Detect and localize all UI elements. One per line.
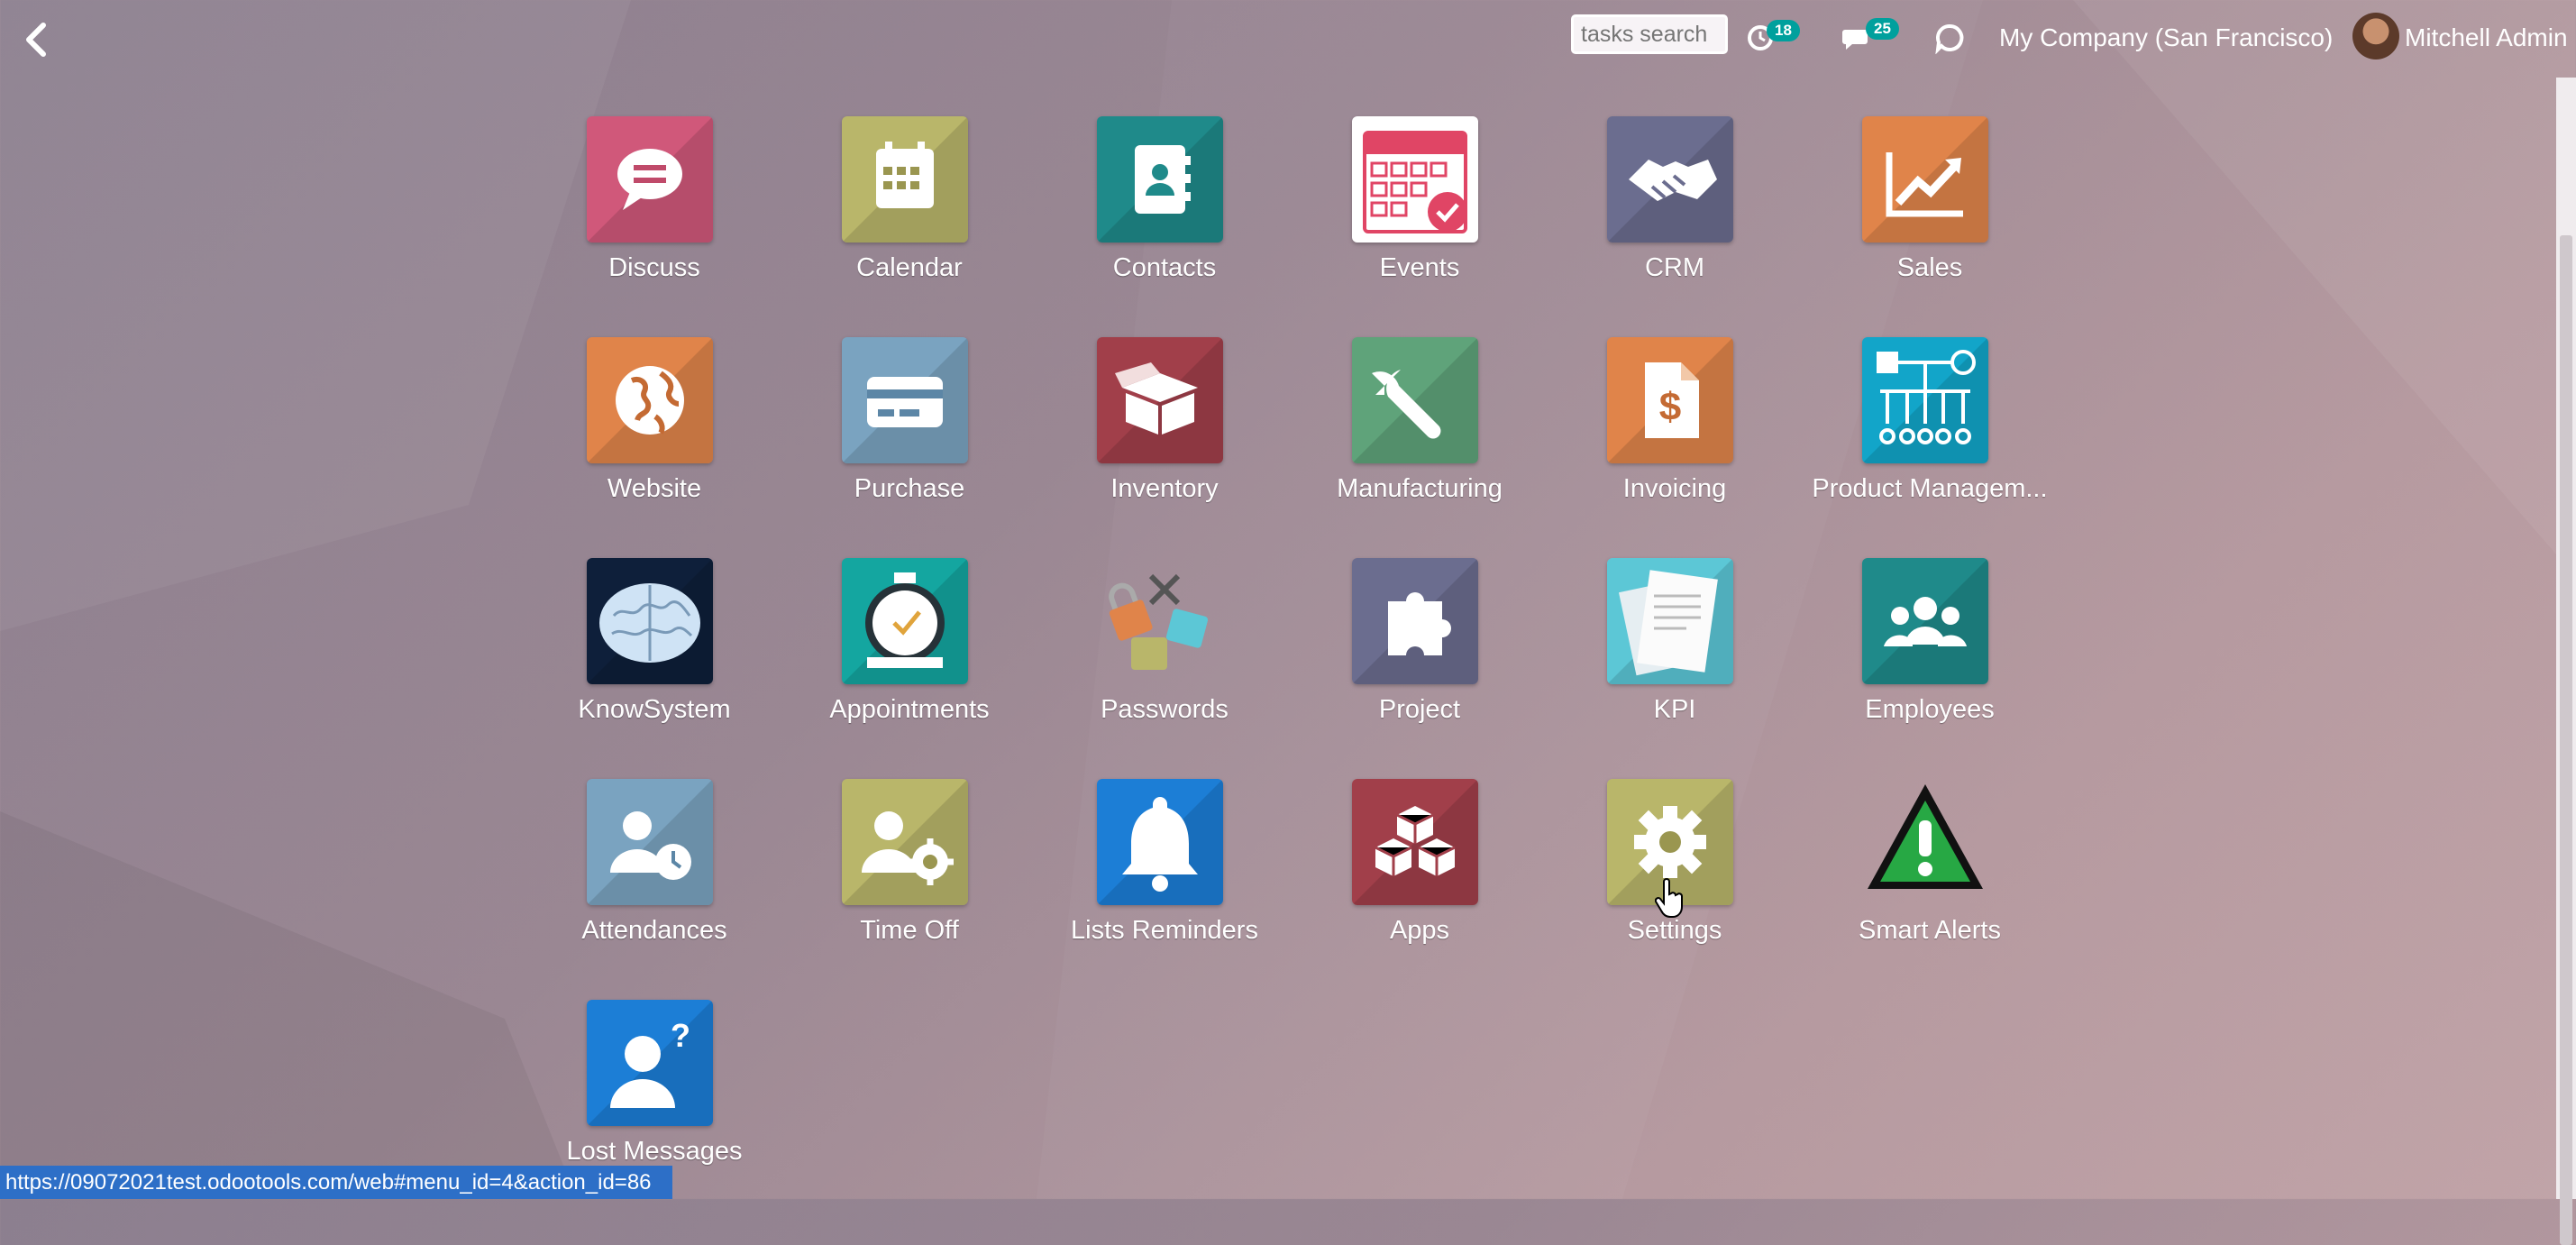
messages-button[interactable]: 25 (1841, 16, 1899, 60)
app-label: Time Off (860, 916, 959, 945)
app-label: Employees (1865, 695, 1995, 724)
app-label: Lists Reminders (1071, 916, 1258, 945)
app-sales[interactable]: Sales (1803, 116, 2057, 315)
scrollbar[interactable] (2556, 78, 2576, 1245)
user-clock-icon (587, 779, 713, 905)
app-time-off[interactable]: Time Off (782, 779, 1037, 977)
people-icon (1862, 558, 1988, 684)
app-events[interactable]: Events (1293, 116, 1547, 315)
app-label: Events (1379, 253, 1460, 282)
user-question-icon: ? (587, 1000, 713, 1126)
hand-cursor-icon (1655, 878, 1683, 918)
app-label: Discuss (608, 253, 700, 282)
app-passwords[interactable]: Passwords (1037, 558, 1292, 756)
cubes-icon (1352, 779, 1478, 905)
app-crm[interactable]: CRM (1548, 116, 1802, 315)
clock-icon (842, 558, 968, 684)
chat-icon (587, 116, 713, 243)
brain-icon (587, 558, 713, 684)
app-knowsystem[interactable]: KnowSystem (527, 558, 781, 756)
app-attendances[interactable]: Attendances (527, 779, 781, 977)
search-input[interactable] (1571, 14, 1728, 54)
documents-icon (1607, 558, 1733, 684)
chat-bubble-icon (1935, 23, 1964, 54)
app-label: Settings (1627, 916, 1722, 945)
app-label: Purchase (854, 474, 965, 503)
app-label: Contacts (1112, 253, 1217, 282)
app-smart-alerts[interactable]: Smart Alerts (1803, 779, 2057, 977)
app-label: Product Managem... (1812, 474, 2048, 503)
chat-toggle-button[interactable] (1934, 16, 1967, 60)
address-book-icon (1097, 116, 1223, 243)
diagram-icon (1862, 337, 1988, 463)
app-label: Lost Messages (566, 1137, 743, 1166)
app-discuss[interactable]: Discuss (527, 116, 781, 315)
handshake-icon (1607, 116, 1733, 243)
app-project[interactable]: Project (1293, 558, 1547, 756)
globe-icon (587, 337, 713, 463)
app-manufacturing[interactable]: Manufacturing (1293, 337, 1547, 536)
wrench-icon (1352, 337, 1478, 463)
app-kpi[interactable]: KPI (1548, 558, 1802, 756)
app-label: KnowSystem (578, 695, 731, 724)
box-icon (1097, 337, 1223, 463)
locks-icon (1097, 558, 1223, 684)
app-label: Website (607, 474, 702, 503)
app-invoicing[interactable]: $ Invoicing (1548, 337, 1802, 536)
app-employees[interactable]: Employees (1803, 558, 2057, 756)
user-avatar[interactable] (2352, 13, 2399, 60)
app-appointments[interactable]: Appointments (782, 558, 1037, 756)
back-arrow-icon[interactable] (18, 20, 54, 60)
calendar-icon (842, 116, 968, 243)
app-label: Calendar (856, 253, 963, 282)
app-product-managem[interactable]: Product Managem... (1803, 337, 2057, 536)
app-lists-reminders[interactable]: Lists Reminders (1037, 779, 1292, 977)
app-label: Appointments (829, 695, 990, 724)
user-menu[interactable]: Mitchell Admin (2405, 16, 2568, 60)
app-purchase[interactable]: Purchase (782, 337, 1037, 536)
app-website[interactable]: Website (527, 337, 781, 536)
app-label: Sales (1896, 253, 1963, 282)
scrollbar-thumb[interactable] (2560, 235, 2572, 1245)
event-calendar-icon (1352, 116, 1478, 243)
user-gear-icon (842, 779, 968, 905)
app-label: Smart Alerts (1859, 916, 2001, 945)
user-name: Mitchell Admin (2405, 23, 2568, 51)
app-contacts[interactable]: Contacts (1037, 116, 1292, 315)
app-apps[interactable]: Apps (1293, 779, 1547, 977)
app-label: CRM (1644, 253, 1705, 282)
trend-chart-icon (1862, 116, 1988, 243)
app-calendar[interactable]: Calendar (782, 116, 1037, 315)
puzzle-icon (1352, 558, 1478, 684)
app-label: Invoicing (1622, 474, 1727, 503)
app-inventory[interactable]: Inventory (1037, 337, 1292, 536)
app-label: Manufacturing (1337, 474, 1503, 503)
alert-triangle-icon (1862, 779, 1988, 905)
company-switcher[interactable]: My Company (San Francisco) (1999, 16, 2333, 60)
credit-card-icon (842, 337, 968, 463)
messages-count-badge: 25 (1866, 18, 1899, 40)
top-navbar: 18 25 My Company (San Francisco) Mitchel… (0, 0, 2576, 78)
activity-button[interactable]: 18 (1745, 16, 1800, 60)
link-status-url: https://09072021test.odootools.com/web#m… (0, 1166, 672, 1199)
svg-text:$: $ (1659, 385, 1681, 429)
svg-text:?: ? (671, 1017, 690, 1054)
app-label: Apps (1389, 916, 1450, 945)
app-label: Project (1378, 695, 1461, 724)
activity-count-badge: 18 (1767, 20, 1800, 41)
app-label: Inventory (1110, 474, 1219, 503)
app-label: KPI (1653, 695, 1696, 724)
invoice-icon: $ (1607, 337, 1733, 463)
bell-icon (1097, 779, 1223, 905)
app-label: Attendances (581, 916, 727, 945)
app-label: Passwords (1101, 695, 1229, 724)
company-name: My Company (San Francisco) (1999, 23, 2334, 51)
